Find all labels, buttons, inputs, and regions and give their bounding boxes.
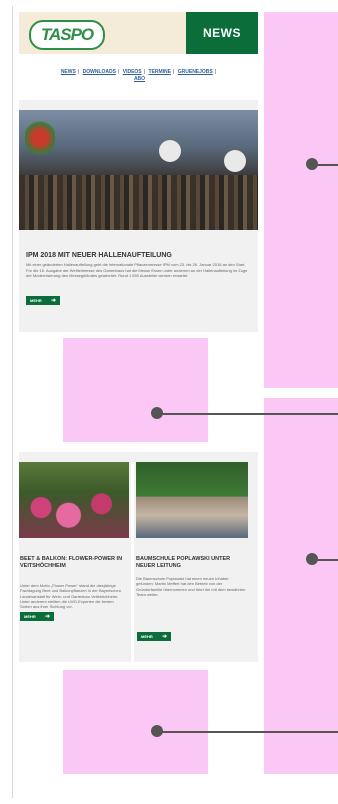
article-hero-image[interactable] xyxy=(19,110,258,230)
article-title[interactable]: BAUMSCHULE POPLAWSKI UNTER NEUER LEITUNG xyxy=(136,556,246,570)
nav-link-termine[interactable]: TERMINE xyxy=(148,69,171,75)
article-image-flowers[interactable] xyxy=(19,462,129,538)
article-text: Die Baumschule Poplawski hat einen neuen… xyxy=(136,576,246,597)
nav-link-videos[interactable]: VIDEOS xyxy=(123,69,142,75)
top-navigation: NEWS | DOWNLOADS | VIDEOS | TERMINE | GRUENE… xyxy=(19,66,258,92)
more-button[interactable]: MEHR ➜ xyxy=(26,296,60,305)
nav-link-abo[interactable]: ABO xyxy=(134,76,145,82)
article-title[interactable]: IPM 2018 MIT NEUER HALLENAUFTEILUNG xyxy=(26,252,252,259)
more-button[interactable]: MEHR ➜ xyxy=(137,632,171,641)
article-image-team[interactable] xyxy=(136,462,248,538)
more-button-label: MEHR xyxy=(141,634,153,639)
taspo-logo[interactable]: TASPO xyxy=(29,20,105,50)
arrow-right-icon: ➜ xyxy=(161,634,167,640)
two-column-articles: BEET & BALKON: FLOWER-POWER IN VEITSHÖCH… xyxy=(19,452,258,662)
arrow-right-icon: ➜ xyxy=(50,298,56,304)
more-button-label: MEHR xyxy=(30,298,42,303)
connector-dot xyxy=(306,158,318,170)
article-text: Unter dem Motto „Flower Power“ stand die… xyxy=(20,583,121,610)
main-article: IPM 2018 MIT NEUER HALLENAUFTEILUNG Mit … xyxy=(19,100,258,332)
connector-dot xyxy=(306,553,318,565)
nav-link-news[interactable]: NEWS xyxy=(61,69,76,75)
news-label: NEWS xyxy=(186,12,258,54)
article-text: Mit einer geänderten Hallenaufteilung ge… xyxy=(26,262,248,278)
right-panel-bottom xyxy=(264,398,338,774)
nav-link-gruenejobs[interactable]: GRUENEJOBS xyxy=(178,69,213,75)
nav-link-downloads[interactable]: DOWNLOADS xyxy=(83,69,116,75)
more-button-label: MEHR xyxy=(24,614,36,619)
newsletter-header: TASPO NEWS xyxy=(19,12,258,54)
right-panel-top xyxy=(264,12,338,388)
more-button[interactable]: MEHR ➜ xyxy=(20,612,54,621)
arrow-right-icon: ➜ xyxy=(44,614,50,620)
article-title[interactable]: BEET & BALKON: FLOWER-POWER IN VEITSHÖCH… xyxy=(20,556,126,570)
